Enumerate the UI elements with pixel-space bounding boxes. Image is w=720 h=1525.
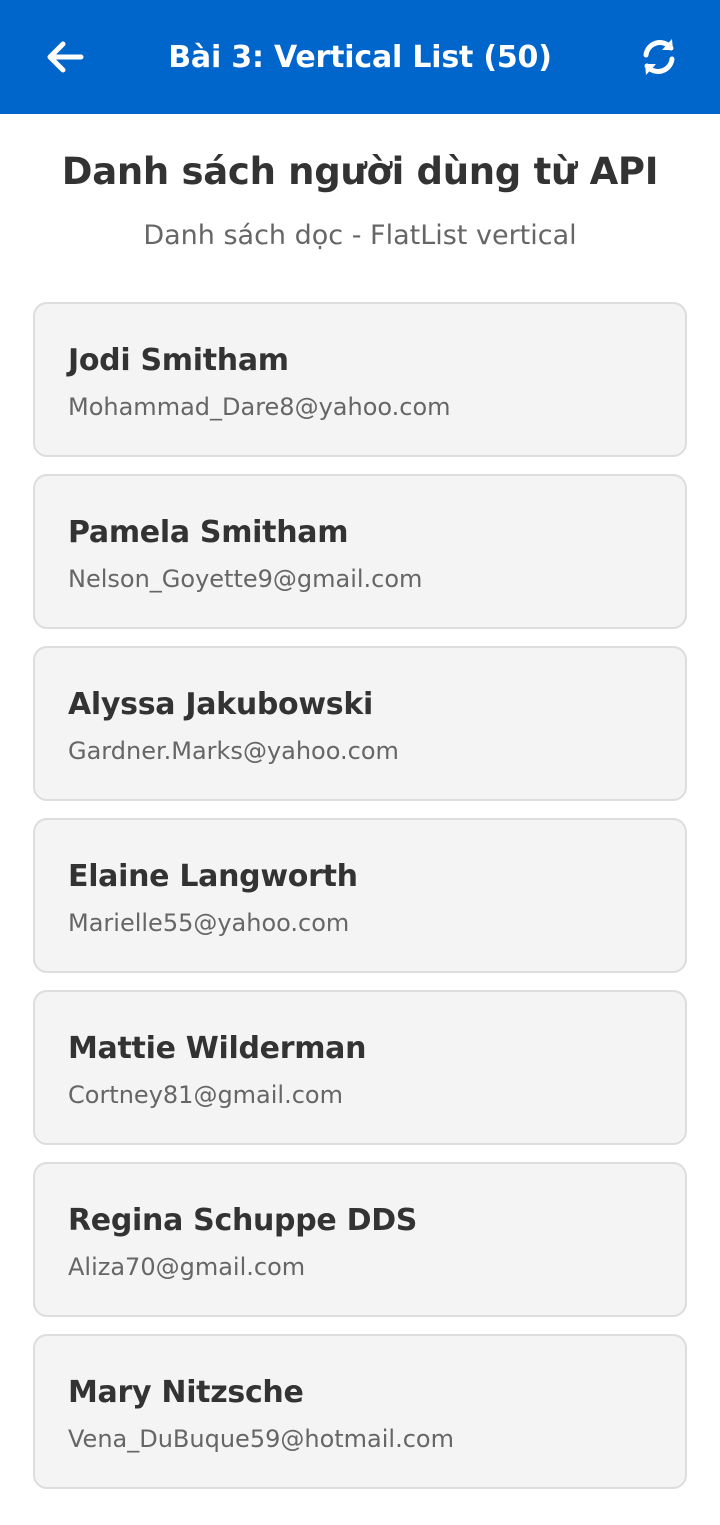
user-email: Marielle55@yahoo.com (68, 909, 350, 937)
user-email: Gardner.Marks@yahoo.com (68, 737, 399, 765)
list-item[interactable]: Alyssa Jakubowski Gardner.Marks@yahoo.co… (33, 646, 687, 801)
arrow-left-icon (47, 41, 84, 73)
user-email: Mohammad_Dare8@yahoo.com (68, 393, 451, 421)
list-item[interactable]: Regina Schuppe DDS Aliza70@gmail.com (33, 1162, 687, 1317)
page-subtitle: Danh sách dọc - FlatList vertical (143, 220, 577, 251)
user-name: Jodi Smitham (68, 343, 289, 378)
user-email: Vena_DuBuque59@hotmail.com (68, 1425, 454, 1453)
user-name: Elaine Langworth (68, 859, 358, 894)
refresh-icon (643, 39, 675, 75)
user-name: Mattie Wilderman (68, 1031, 367, 1066)
user-email: Aliza70@gmail.com (68, 1253, 306, 1281)
page-title: Danh sách người dùng từ API (61, 150, 659, 193)
header-title: Bài 3: Vertical List (50) (168, 39, 552, 75)
list-item[interactable]: Jodi Smitham Mohammad_Dare8@yahoo.com (33, 302, 687, 457)
user-list[interactable]: Jodi Smitham Mohammad_Dare8@yahoo.com Pa… (33, 302, 687, 1506)
list-item[interactable]: Mary Nitzsche Vena_DuBuque59@hotmail.com (33, 1334, 687, 1489)
list-item[interactable]: Pamela Smitham Nelson_Goyette9@gmail.com (33, 474, 687, 629)
user-name: Pamela Smitham (68, 515, 349, 550)
user-name: Mary Nitzsche (68, 1375, 304, 1410)
refresh-button[interactable] (632, 30, 686, 84)
app-header: Bài 3: Vertical List (50) (0, 0, 720, 114)
user-email: Nelson_Goyette9@gmail.com (68, 565, 423, 593)
user-name: Regina Schuppe DDS (68, 1203, 418, 1238)
user-email: Cortney81@gmail.com (68, 1081, 343, 1109)
back-button[interactable] (40, 30, 90, 84)
list-item[interactable]: Elaine Langworth Marielle55@yahoo.com (33, 818, 687, 973)
user-name: Alyssa Jakubowski (68, 687, 373, 722)
list-item[interactable]: Mattie Wilderman Cortney81@gmail.com (33, 990, 687, 1145)
